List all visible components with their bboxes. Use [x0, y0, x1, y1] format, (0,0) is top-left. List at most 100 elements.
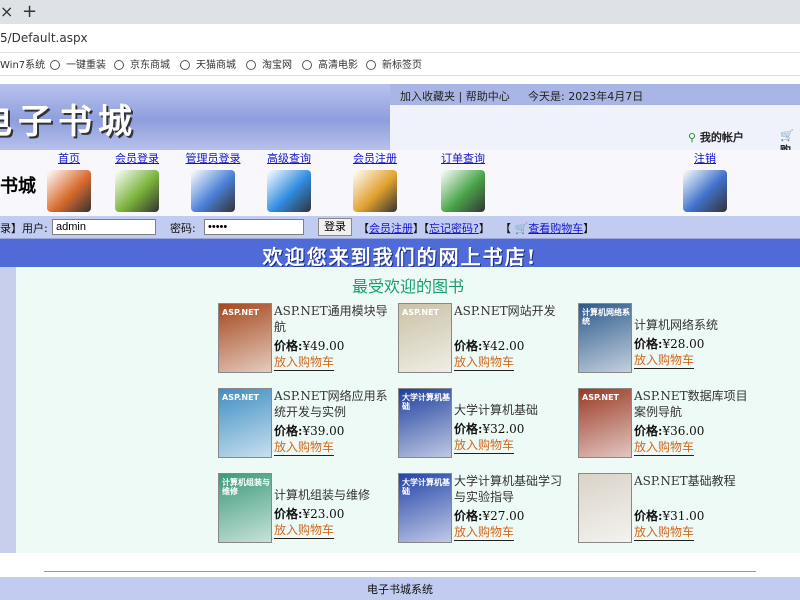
book-title[interactable]: ASP.NET网站开发: [454, 303, 572, 319]
bookmark-item[interactable]: 新标签页: [366, 56, 422, 71]
add-to-cart-link[interactable]: 放入购物车: [454, 353, 515, 371]
book-cover-image[interactable]: [578, 473, 632, 543]
top-info-strip: 加入收藏夹 | 帮助中心 今天是: 2023年4月7日: [390, 84, 800, 105]
nav-item-label[interactable]: 订单查询: [428, 150, 498, 166]
add-to-cart-link[interactable]: 放入购物车: [454, 436, 515, 454]
forgot-password-link[interactable]: 【忘记密码?】: [418, 220, 490, 236]
username-label: 录】用户:: [0, 222, 48, 235]
price-label: 价格:: [274, 424, 303, 438]
price-value: ¥49.00: [302, 339, 345, 353]
book-cover-text: 大学计算机基础: [402, 393, 450, 411]
book-cover-text: 计算机网络系统: [582, 308, 630, 326]
globe-icon: [50, 60, 60, 70]
price-value: ¥39.00: [302, 424, 345, 438]
book-title[interactable]: ASP.NET基础教程: [634, 473, 752, 489]
nav-item[interactable]: 注销: [670, 150, 740, 212]
login-button[interactable]: 登录: [318, 218, 352, 236]
welcome-banner: 欢迎您来到我们的网上书店!: [0, 239, 800, 269]
main-nav: 书城 首页 会员登录 管理员登录 高级查询 会员注册 订单查询 注销: [0, 150, 800, 216]
book-cover-image[interactable]: 大学计算机基础: [398, 388, 452, 458]
book-title[interactable]: ASP.NET数据库项目案例导航: [634, 388, 752, 420]
price-value: ¥23.00: [302, 507, 345, 521]
view-cart-link[interactable]: 【 🛒查看购物车】: [500, 220, 594, 236]
add-to-cart-link[interactable]: 放入购物车: [274, 353, 335, 371]
window-panel-icon[interactable]: [191, 170, 235, 212]
nav-item-label[interactable]: 会员注册: [340, 150, 410, 166]
book-title[interactable]: 大学计算机基础学习与实验指导: [454, 473, 572, 505]
book-price: 价格:¥49.00: [274, 337, 344, 354]
top-links[interactable]: 加入收藏夹 | 帮助中心: [400, 88, 510, 104]
nav-item-label[interactable]: 首页: [34, 150, 104, 166]
price-label: 价格:: [454, 422, 483, 436]
username-input[interactable]: [52, 219, 156, 235]
bookmark-item[interactable]: Win7系统: [0, 56, 45, 71]
password-input[interactable]: [204, 219, 304, 235]
book-title[interactable]: ASP.NET网络应用系统开发与实例: [274, 388, 392, 420]
nav-item-label[interactable]: 高级查询: [254, 150, 324, 166]
tab-close-icon[interactable]: ×: [0, 2, 13, 21]
book-cover-image[interactable]: ASP.NET: [398, 303, 452, 373]
book-cover-image[interactable]: 计算机网络系统: [578, 303, 632, 373]
price-label: 价格:: [634, 337, 663, 351]
add-to-cart-link[interactable]: 放入购物车: [274, 521, 335, 539]
section-title: 最受欢迎的图书: [351, 277, 464, 296]
globe-icon: [366, 60, 376, 70]
book-item: ASP.NET ASP.NET通用模块导航价格:¥49.00 放入购物车: [218, 303, 398, 379]
nav-item[interactable]: 订单查询: [428, 150, 498, 212]
book-price: 价格:¥27.00: [454, 507, 524, 524]
password-label: 密码:: [170, 222, 196, 235]
book-stack-icon[interactable]: [441, 170, 485, 212]
book-price: 价格:¥31.00: [634, 507, 704, 524]
address-bar[interactable]: 5/Default.aspx: [0, 24, 800, 53]
book-cover-image[interactable]: ASP.NET: [218, 388, 272, 458]
globe-icon: [302, 60, 312, 70]
people-icon[interactable]: [353, 170, 397, 212]
book-cover-text: 计算机组装与维修: [222, 478, 270, 496]
price-label: 价格:: [634, 424, 663, 438]
book-item: ASP.NET ASP.NET数据库项目案例导航 价格:¥36.00 放入购物车: [578, 388, 758, 464]
book-price: 价格:¥39.00: [274, 422, 344, 439]
book-item: ASP.NET ASP.NET网站开发 价格:¥42.00 放入购物车: [398, 303, 578, 379]
bookmark-item[interactable]: 京东商城: [114, 56, 170, 71]
nav-item-label[interactable]: 注销: [670, 150, 740, 166]
home-icon[interactable]: [47, 170, 91, 212]
price-label: 价格:: [454, 509, 483, 523]
nav-item[interactable]: 高级查询: [254, 150, 324, 212]
add-to-cart-link[interactable]: 放入购物车: [634, 351, 695, 369]
add-to-cart-link[interactable]: 放入购物车: [634, 523, 695, 541]
add-to-cart-link[interactable]: 放入购物车: [634, 438, 695, 456]
bookmark-item[interactable]: 一键重装: [50, 56, 106, 71]
bookmark-item[interactable]: 高清电影: [302, 56, 358, 71]
book-title[interactable]: 计算机网络系统: [634, 317, 752, 333]
logout-icon[interactable]: [683, 170, 727, 212]
nav-item[interactable]: 管理员登录: [178, 150, 248, 212]
book-title[interactable]: ASP.NET通用模块导航: [274, 303, 392, 335]
new-tab-button[interactable]: +: [22, 1, 37, 22]
my-account-link[interactable]: ⚲ 我的帐户: [688, 129, 744, 145]
url-text[interactable]: 5/Default.aspx: [0, 31, 88, 45]
price-value: ¥31.00: [662, 509, 705, 523]
bookmark-item[interactable]: 淘宝网: [246, 56, 292, 71]
nav-item[interactable]: 会员登录: [102, 150, 172, 212]
add-to-cart-link[interactable]: 放入购物车: [454, 523, 515, 541]
site-title: 电子书城: [0, 102, 138, 142]
nav-item[interactable]: 会员注册: [340, 150, 410, 212]
price-value: ¥27.00: [482, 509, 525, 523]
book-cover-text: ASP.NET: [222, 308, 260, 317]
nav-item[interactable]: 首页: [34, 150, 104, 212]
add-to-cart-link[interactable]: 放入购物车: [274, 438, 335, 456]
bookmark-item[interactable]: 天猫商城: [180, 56, 236, 71]
register-link[interactable]: 【会员注册】: [358, 220, 424, 236]
book-cover-image[interactable]: ASP.NET: [578, 388, 632, 458]
book-title[interactable]: 大学计算机基础: [454, 402, 572, 418]
book-cover-image[interactable]: 计算机组装与维修: [218, 473, 272, 543]
book-cover-image[interactable]: 大学计算机基础: [398, 473, 452, 543]
nav-item-label[interactable]: 管理员登录: [178, 150, 248, 166]
book-price: 价格:¥28.00: [634, 335, 704, 352]
book-cover-image[interactable]: ASP.NET: [218, 303, 272, 373]
nav-item-label[interactable]: 会员登录: [102, 150, 172, 166]
price-label: 价格:: [274, 507, 303, 521]
globe-search-icon[interactable]: [267, 170, 311, 212]
books-stack-icon[interactable]: [115, 170, 159, 212]
book-title[interactable]: 计算机组装与维修: [274, 487, 392, 503]
